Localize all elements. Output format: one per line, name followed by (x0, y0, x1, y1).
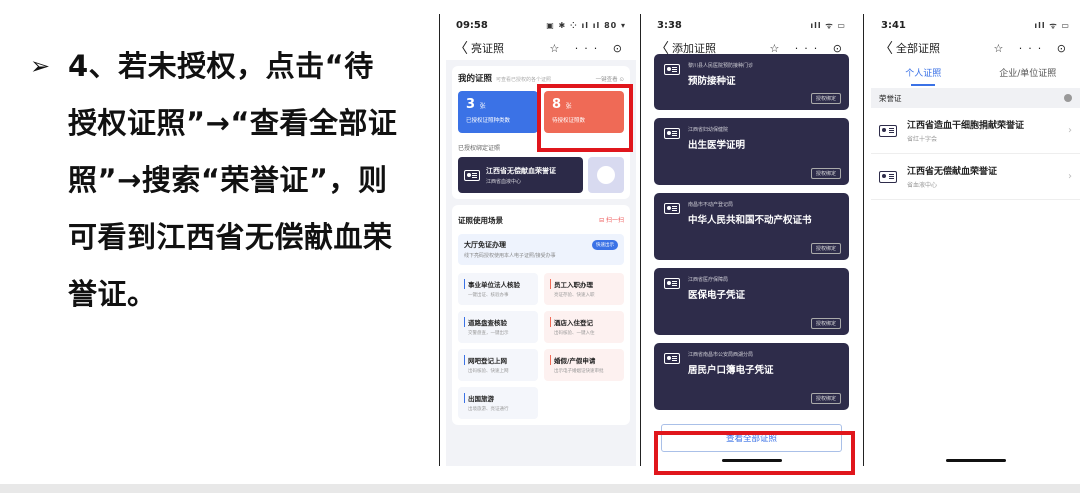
cert-issuer: 江西省医疗保障局 (688, 277, 729, 283)
scene-item[interactable]: 酒店入住登记 出码核验、一键入住 (544, 311, 624, 343)
divider (439, 14, 440, 466)
authorize-bind-button[interactable]: 授权绑定 (810, 93, 841, 104)
scenes-title: 证照使用场景 (458, 216, 503, 225)
scene-item[interactable]: 员工入职办理 亮证存验、快速入职 (544, 273, 624, 305)
status-icons: ıll ᯤ ▭ (1034, 20, 1070, 30)
page-title: 全部证照 (896, 42, 940, 55)
bound-cert-issuer: 江西省血液中心 (486, 178, 522, 185)
scan-link[interactable]: ⊟ 扫一扫 (599, 215, 624, 226)
chevron-right-icon: › (1068, 125, 1072, 136)
id-card-icon (879, 124, 897, 137)
id-card-icon (664, 353, 680, 364)
nav-bar: 〈 全部证照 ☆ ··· ⊙ (871, 36, 1080, 60)
avatar-card[interactable] (588, 157, 624, 193)
status-time: 09:58 (456, 19, 488, 31)
highlight-pending-certs (537, 84, 633, 152)
result-issuer: 省血液中心 (907, 182, 938, 189)
cert-card[interactable]: 江西省妇幼保健院 出生医学证明 授权绑定 (654, 118, 849, 185)
scenes-card: 证照使用场景 ⊟ 扫一扫 大厅免证办理 线下亮码授权使用本人电子证照/接受办事 … (452, 205, 630, 425)
more-options-icon[interactable]: ☆ ··· ⊙ (549, 42, 628, 55)
search-input[interactable]: 荣誉证 (871, 88, 1080, 108)
status-time: 3:41 (881, 19, 906, 31)
tab-enterprise[interactable]: 企业/单位证照 (976, 60, 1080, 86)
page-title: 亮证照 (471, 42, 504, 55)
bound-cert-title: 江西省无偿献血荣誉证 (486, 166, 556, 175)
status-icons: ▣ ✱ ⁘ ıl ıl 80 ▾ (546, 20, 626, 30)
cert-name: 医保电子凭证 (688, 290, 746, 301)
cert-card[interactable]: 江西省医疗保障局 医保电子凭证 授权绑定 (654, 268, 849, 335)
avatar-icon (597, 166, 615, 184)
cert-name: 中华人民共和国不动产权证书 (688, 215, 812, 226)
result-title: 江西省无偿献血荣誉证 (907, 167, 998, 177)
hall-sub: 线下亮码授权使用本人电子证照/接受办事 (464, 253, 556, 259)
scene-item[interactable]: 婚假/产假申请 出示电子婚姻证快速审批 (544, 349, 624, 381)
result-issuer: 省红十字会 (907, 136, 938, 143)
scene-item[interactable]: 出国旅游 出境旅游、亮证通行 (458, 387, 538, 419)
my-certs-hint: 可查看已授权的各个证照 (496, 77, 552, 83)
instruction-text: 4、若未授权，点击“待授权证照”→“查看全部证照”→搜索“荣誉证”，则可看到江西… (68, 49, 398, 311)
highlight-view-all-button (654, 431, 855, 475)
cert-issuer: 江西省南昌市公安局西湖分局 (688, 352, 754, 358)
my-certs-title: 我的证照 (458, 74, 493, 84)
authorize-bind-button[interactable]: 授权绑定 (810, 168, 841, 179)
home-indicator (945, 459, 1006, 462)
list-item[interactable]: 江西省造血干细胞捐献荣誉证 省红十字会 › (871, 108, 1080, 154)
cert-name: 预防接种证 (688, 76, 736, 87)
id-card-icon (664, 128, 680, 139)
bottom-bar (0, 484, 1080, 493)
authorized-label: 已授权证照种类数 (466, 118, 511, 124)
id-card-icon (664, 203, 680, 214)
more-options-icon[interactable]: ☆ ··· ⊙ (769, 42, 848, 55)
cert-issuer: 南昌市不动产登记局 (688, 202, 734, 208)
divider (640, 14, 641, 466)
authorize-bind-button[interactable]: 授权绑定 (810, 393, 841, 404)
cert-issuer: 江西省妇幼保健院 (688, 127, 729, 133)
id-card-icon (879, 170, 897, 183)
status-icons: ıll ᯤ ▭ (810, 20, 846, 30)
clear-icon[interactable] (1064, 94, 1072, 102)
divider (863, 14, 864, 466)
chevron-right-icon: › (1068, 171, 1072, 182)
authorized-certs-tile[interactable]: 3 张 已授权证照种类数 (458, 91, 538, 133)
id-card-icon (664, 64, 680, 75)
cert-card[interactable]: 江西省南昌市公安局西湖分局 居民户口簿电子凭证 授权绑定 (654, 343, 849, 410)
view-all-link[interactable]: 一键查看 ⊙ (596, 75, 624, 83)
phone-screen-add-cert: 3:38 ıll ᯤ ▭ 〈 添加证照 ☆ ··· ⊙ 黎川县人民医院预防接种门… (647, 14, 856, 466)
result-title: 江西省造血干细胞捐献荣誉证 (907, 121, 1025, 131)
cert-issuer: 黎川县人民医院预防接种门诊 (688, 63, 754, 69)
bound-cert-card[interactable]: 江西省无偿献血荣誉证 江西省血液中心 (458, 157, 583, 193)
id-card-icon (464, 169, 480, 181)
back-icon[interactable]: 〈 (879, 38, 893, 58)
authorize-bind-button[interactable]: 授权绑定 (810, 318, 841, 329)
cert-card[interactable]: 黎川县人民医院预防接种门诊 预防接种证 授权绑定 (654, 54, 849, 110)
search-value: 荣誉证 (879, 93, 902, 103)
tab-personal[interactable]: 个人证照 (871, 60, 976, 86)
cert-name: 居民户口簿电子凭证 (688, 365, 774, 376)
authorize-bind-button[interactable]: 授权绑定 (810, 243, 841, 254)
list-item[interactable]: 江西省无偿献血荣誉证 省血液中心 › (871, 154, 1080, 200)
status-time: 3:38 (657, 19, 682, 31)
status-bar: 3:41 ıll ᯤ ▭ (871, 14, 1080, 36)
bullet-arrow-icon: ➢ (29, 52, 51, 80)
cert-card[interactable]: 南昌市不动产登记局 中华人民共和国不动产权证书 授权绑定 (654, 193, 849, 260)
more-options-icon[interactable]: ☆ ··· ⊙ (993, 42, 1072, 55)
scene-item[interactable]: 道路盘查核验 交警盘查，一键出示 (458, 311, 538, 343)
instruction-block: ➢ 4、若未授权，点击“待授权证照”→“查看全部证照”→搜索“荣誉证”，则可看到… (18, 38, 418, 323)
id-card-icon (664, 278, 680, 289)
quick-show-badge[interactable]: 快速出示 (592, 240, 618, 250)
cert-name: 出生医学证明 (688, 140, 746, 151)
status-bar: 09:58 ▣ ✱ ⁘ ıl ıl 80 ▾ (446, 14, 636, 36)
scene-item[interactable]: 事业单位法人核验 一键出证、核验办事 (458, 273, 538, 305)
phone-screen-all-certs: 3:41 ıll ᯤ ▭ 〈 全部证照 ☆ ··· ⊙ 个人证照 企业/单位证照… (871, 14, 1080, 466)
back-icon[interactable]: 〈 (454, 38, 468, 58)
cert-tabs: 个人证照 企业/单位证照 (871, 60, 1080, 86)
phone-screen-home: 09:58 ▣ ✱ ⁘ ıl ıl 80 ▾ 〈 亮证照 ☆ ··· ⊙ 我的证… (446, 14, 636, 466)
authorized-count: 3 (466, 97, 476, 112)
status-bar: 3:38 ıll ᯤ ▭ (647, 14, 856, 36)
hall-scene-item[interactable]: 大厅免证办理 线下亮码授权使用本人电子证照/接受办事 快速出示 (458, 234, 624, 265)
scene-item[interactable]: 网吧登记上网 出码核验、快速上网 (458, 349, 538, 381)
nav-bar: 〈 亮证照 ☆ ··· ⊙ (446, 36, 636, 60)
